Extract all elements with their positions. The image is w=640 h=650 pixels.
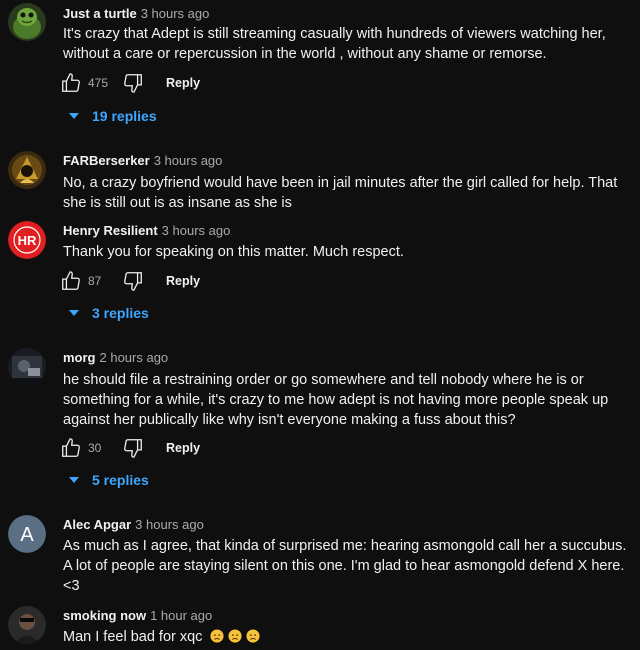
comment-text-body: Man I feel bad for xqc — [63, 629, 203, 645]
worried-face-icon — [228, 629, 243, 643]
comment-text: Thank you for speaking on this matter. M… — [63, 244, 404, 260]
replies-count-label: 3 replies — [92, 305, 149, 321]
avatar-initials: A — [20, 524, 34, 546]
timestamp[interactable]: 3 hours ago — [154, 153, 223, 168]
like-count: 30 — [88, 441, 102, 455]
thumbs-up-icon[interactable] — [60, 270, 82, 292]
author-name[interactable]: morg — [63, 350, 96, 365]
author-name[interactable]: Henry Resilient — [63, 223, 158, 238]
timestamp[interactable]: 3 hours ago — [162, 223, 231, 238]
avatar[interactable]: A — [8, 515, 46, 553]
like-count: 475 — [88, 76, 109, 90]
caret-down-icon — [69, 113, 79, 119]
replies-count-label: 19 replies — [92, 108, 157, 124]
avatar[interactable]: HR — [8, 221, 46, 259]
avatar[interactable] — [8, 151, 46, 189]
avatar[interactable] — [8, 3, 46, 41]
comment-actions: 87 Reply — [60, 270, 200, 292]
thumbs-up-icon[interactable] — [60, 437, 82, 459]
author-name[interactable]: smoking now — [63, 608, 146, 623]
timestamp[interactable]: 2 hours ago — [100, 350, 169, 365]
author-line: Alec Apgar 3 hours ago — [63, 517, 204, 532]
avatar-initials: HR — [18, 233, 37, 248]
replies-count-label: 5 replies — [92, 472, 149, 488]
author-name[interactable]: Alec Apgar — [63, 517, 131, 532]
comment-actions: 475 Reply — [60, 72, 200, 94]
avatar[interactable] — [8, 348, 46, 386]
timestamp[interactable]: 3 hours ago — [135, 517, 204, 532]
author-line: smoking now 1 hour ago — [63, 608, 212, 623]
reply-button[interactable]: Reply — [166, 274, 200, 288]
caret-down-icon — [69, 310, 79, 316]
thumbs-down-icon[interactable] — [122, 437, 144, 459]
worried-face-icon — [210, 629, 225, 643]
author-line: FARBerserker 3 hours ago — [63, 153, 222, 168]
comment-text: he should file a restraining order or go… — [63, 372, 609, 428]
author-line: Just a turtle 3 hours ago — [63, 6, 209, 21]
author-name[interactable]: FARBerserker — [63, 153, 150, 168]
reply-button[interactable]: Reply — [166, 441, 200, 455]
comment-actions: 30 Reply — [60, 437, 200, 459]
view-replies-button[interactable]: 19 replies — [68, 108, 157, 124]
comment-text: It's crazy that Adept is still streaming… — [63, 26, 606, 62]
avatar[interactable] — [8, 606, 46, 644]
view-replies-button[interactable]: 5 replies — [68, 472, 149, 488]
worried-face-icon — [246, 629, 261, 643]
comment-text: As much as I agree, that kinda of surpri… — [63, 538, 627, 594]
thumbs-down-icon[interactable] — [122, 72, 144, 94]
view-replies-button[interactable]: 3 replies — [68, 305, 149, 321]
comment-text: No, a crazy boyfriend would have been in… — [63, 175, 618, 211]
author-line: Henry Resilient 3 hours ago — [63, 223, 230, 238]
thumbs-up-icon[interactable] — [60, 72, 82, 94]
author-line: morg 2 hours ago — [63, 350, 168, 365]
thumbs-down-icon[interactable] — [122, 270, 144, 292]
comment-text: Man I feel bad for xqc — [63, 627, 635, 647]
author-name[interactable]: Just a turtle — [63, 6, 137, 21]
timestamp[interactable]: 1 hour ago — [150, 608, 212, 623]
like-count: 87 — [88, 274, 102, 288]
reply-button[interactable]: Reply — [166, 76, 200, 90]
caret-down-icon — [69, 477, 79, 483]
timestamp[interactable]: 3 hours ago — [141, 6, 210, 21]
